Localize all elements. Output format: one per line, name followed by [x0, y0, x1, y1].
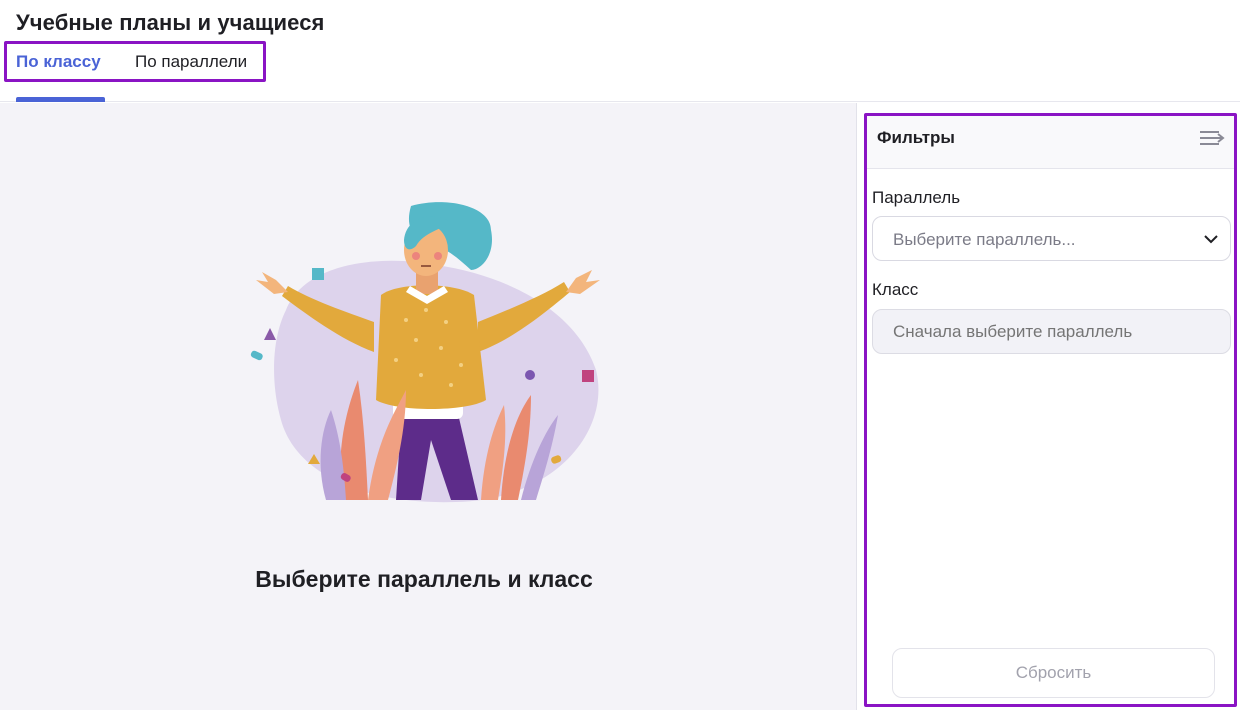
filters-title: Фильтры [877, 128, 955, 147]
tab-by-class[interactable]: По классу [16, 52, 101, 72]
filters-header: Фильтры [867, 116, 1234, 169]
active-tab-indicator [16, 97, 105, 102]
chevron-down-icon [1204, 235, 1218, 244]
parallel-label: Параллель [872, 188, 961, 207]
page: Учебные планы и учащиеся По классу По па… [0, 0, 1240, 710]
person-with-plants-illustration [250, 202, 600, 503]
tab-by-parallel[interactable]: По параллели [135, 52, 247, 72]
class-label: Класс [872, 280, 919, 299]
class-input[interactable] [872, 309, 1231, 354]
reset-button[interactable]: Сбросить [892, 648, 1215, 698]
empty-state-title: Выберите параллель и класс [255, 566, 593, 592]
collapse-panel-icon[interactable] [1199, 128, 1225, 148]
main-content: Выберите параллель и класс [0, 103, 856, 710]
page-header: Учебные планы и учащиеся По классу По па… [0, 0, 1240, 102]
filters-panel: Фильтры Параллель Выберите параллель... … [864, 113, 1237, 707]
page-title: Учебные планы и учащиеся [16, 10, 325, 35]
panel-divider [856, 103, 857, 710]
parallel-select-placeholder: Выберите параллель... [893, 230, 1076, 249]
parallel-select[interactable]: Выберите параллель... [872, 216, 1231, 261]
